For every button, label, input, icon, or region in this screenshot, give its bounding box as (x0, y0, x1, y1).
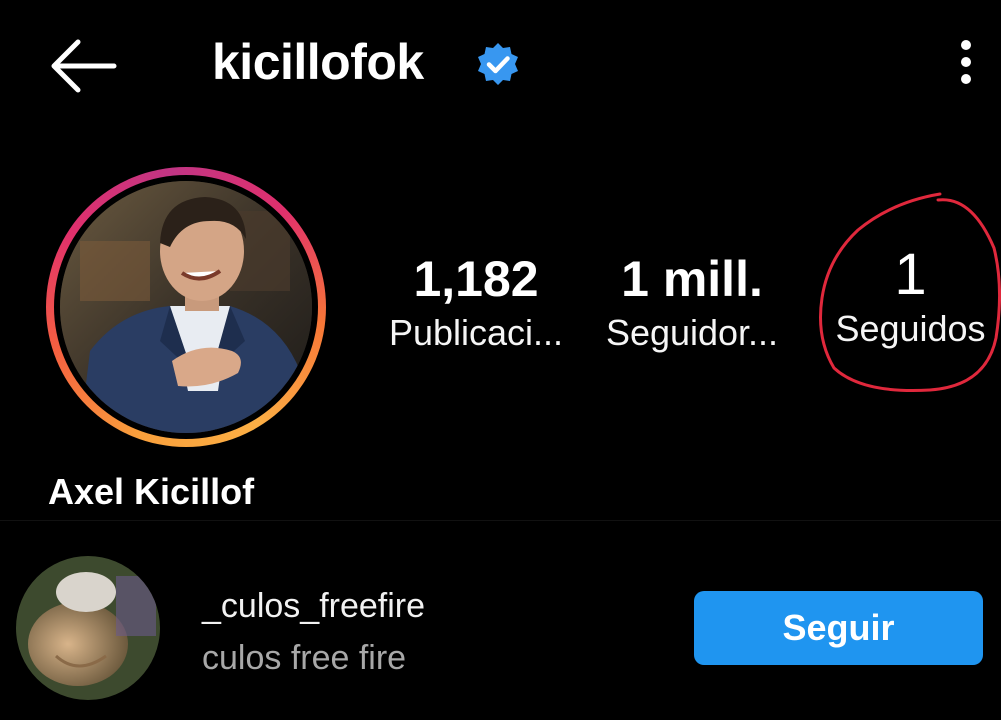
followers-stat[interactable]: 1 mill. Seguidor... (594, 248, 790, 356)
profile-username: kicillofok (212, 34, 424, 90)
verified-badge-icon (474, 40, 522, 88)
follow-button[interactable]: Seguir (694, 591, 983, 665)
following-stat[interactable]: 1 Seguidos (820, 244, 1001, 352)
followers-label: Seguidor... (605, 312, 779, 353)
following-label: Seguidos (835, 308, 986, 349)
posts-stat[interactable]: 1,182 Publicaci... (370, 248, 582, 356)
section-divider (0, 520, 1001, 521)
posts-label: Publicaci... (388, 312, 564, 353)
back-button[interactable] (44, 30, 124, 100)
suggestion-username[interactable]: _culos_freefire (202, 584, 425, 628)
profile-display-name: Axel Kicillof (48, 471, 255, 512)
following-count: 1 (894, 242, 927, 307)
arrow-left-icon (51, 39, 117, 93)
suggestion-avatar[interactable] (16, 556, 160, 700)
options-menu-button[interactable] (944, 36, 988, 92)
followers-count: 1 mill. (621, 251, 763, 307)
suggestion-subtitle: culos free fire (202, 639, 407, 677)
more-vertical-icon (961, 40, 971, 84)
posts-count: 1,182 (413, 251, 539, 307)
profile-avatar[interactable] (60, 181, 312, 433)
